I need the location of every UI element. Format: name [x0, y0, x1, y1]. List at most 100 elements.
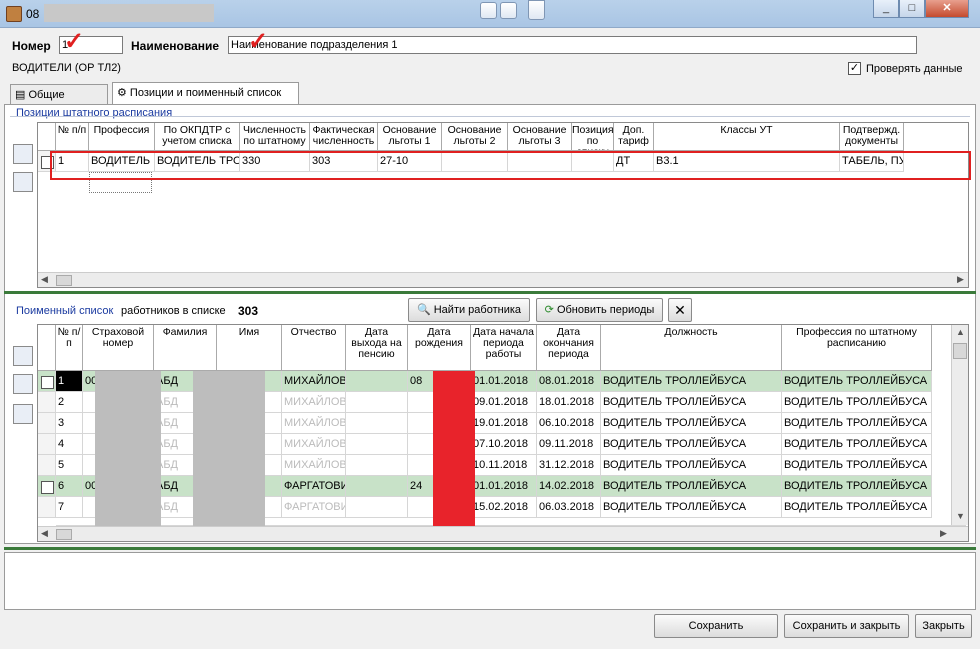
worker-cell-num[interactable]: 3	[56, 413, 83, 434]
worker-header-position[interactable]: Должность	[601, 325, 782, 371]
worker-cell-start-date[interactable]: 10.11.2018	[471, 455, 537, 476]
row-checkbox[interactable]	[41, 481, 54, 494]
worker-cell-position[interactable]: ВОДИТЕЛЬ ТРОЛЛЕЙБУСА	[601, 455, 782, 476]
row-checkbox[interactable]	[41, 376, 54, 389]
tab-general[interactable]: ▤ Общие данные	[10, 84, 108, 113]
worker-cell-end-date[interactable]: 08.01.2018	[537, 371, 601, 392]
pos-header-extra-tariff[interactable]: Доп. тариф	[614, 123, 654, 151]
worker-cell-start-date[interactable]: 15.02.2018	[471, 497, 537, 518]
worker-cell-row-header[interactable]	[38, 434, 56, 455]
worker-cell-profession[interactable]: ВОДИТЕЛЬ ТРОЛЛЕЙБУСА	[782, 413, 932, 434]
check-data-checkbox[interactable]: ✓	[848, 62, 861, 75]
positions-hscroll[interactable]: ◀ ▶	[38, 272, 968, 287]
worker-cell-profession[interactable]: ВОДИТЕЛЬ ТРОЛЛЕЙБУСА	[782, 392, 932, 413]
find-worker-button[interactable]: 🔍 Найти работника	[408, 298, 530, 322]
worker-cell-row-header[interactable]	[38, 497, 56, 518]
save-close-button[interactable]: Сохранить и закрыть	[784, 614, 909, 638]
worker-header-birth-date[interactable]: Дата рождения	[408, 325, 471, 371]
worker-cell-patronymic[interactable]: МИХАЙЛОВ	[282, 434, 346, 455]
worker-cell-retire-date[interactable]	[346, 497, 408, 518]
toolbar-icon-1[interactable]	[480, 2, 497, 19]
minimize-button[interactable]: _	[873, 0, 899, 18]
worker-cell-row-header[interactable]	[38, 392, 56, 413]
pos-header-benefit-3[interactable]: Основание льготы 3	[508, 123, 572, 151]
worker-cell-end-date[interactable]: 18.01.2018	[537, 392, 601, 413]
scroll-right-icon[interactable]: ▶	[940, 528, 947, 539]
pos-header-num[interactable]: № п/п	[56, 123, 89, 151]
worker-header-num[interactable]: № п/п	[56, 325, 83, 371]
worker-cell-patronymic[interactable]: МИХАЙЛОВ	[282, 455, 346, 476]
worker-cell-end-date[interactable]: 09.11.2018	[537, 434, 601, 455]
worker-cell-patronymic[interactable]: МИХАЙЛОВ	[282, 392, 346, 413]
worker-cell-start-date[interactable]: 19.01.2018	[471, 413, 537, 434]
worker-cell-retire-date[interactable]	[346, 434, 408, 455]
worker-cell-row-header[interactable]	[38, 413, 56, 434]
close-window-button[interactable]: ✕	[925, 0, 969, 18]
worker-header-patronymic[interactable]: Отчество	[282, 325, 346, 371]
worker-cell-end-date[interactable]: 06.03.2018	[537, 497, 601, 518]
worker-header-snils[interactable]: Страховой номер	[83, 325, 154, 371]
worker-header-surname[interactable]: Фамилия	[154, 325, 217, 371]
worker-cell-row-header[interactable]	[38, 371, 56, 392]
worker-cell-profession[interactable]: ВОДИТЕЛЬ ТРОЛЛЕЙБУСА	[782, 476, 932, 497]
scroll-left-icon[interactable]: ◀	[41, 528, 48, 539]
tab-positions[interactable]: ⚙ Позиции и поименный список	[112, 82, 299, 104]
scroll-thumb[interactable]	[56, 275, 72, 286]
worker-cell-start-date[interactable]: 09.01.2018	[471, 392, 537, 413]
worker-cell-row-header[interactable]	[38, 455, 56, 476]
save-button[interactable]: Сохранить	[654, 614, 778, 638]
worker-cell-patronymic[interactable]: ФАРГАТОВИ	[282, 497, 346, 518]
worker-cell-position[interactable]: ВОДИТЕЛЬ ТРОЛЛЕЙБУСА	[601, 392, 782, 413]
worker-cell-row-header[interactable]	[38, 476, 56, 497]
worker-cell-position[interactable]: ВОДИТЕЛЬ ТРОЛЛЕЙБУСА	[601, 413, 782, 434]
worker-cell-profession[interactable]: ВОДИТЕЛЬ ТРОЛЛЕЙБУСА	[782, 455, 932, 476]
worker-cell-num[interactable]: 4	[56, 434, 83, 455]
pos-header-documents[interactable]: Подтвержд. документы	[840, 123, 904, 151]
pos-header-benefit-2[interactable]: Основание льготы 2	[442, 123, 508, 151]
worker-cell-start-date[interactable]: 01.01.2018	[471, 476, 537, 497]
worker-header-retire-date[interactable]: Дата выхода на пенсию	[346, 325, 408, 371]
scroll-down-icon[interactable]: ▼	[956, 511, 965, 521]
worker-cell-end-date[interactable]: 14.02.2018	[537, 476, 601, 497]
pos-header-profession[interactable]: Профессия	[89, 123, 155, 151]
worker-cell-retire-date[interactable]	[346, 476, 408, 497]
close-button[interactable]: Закрыть	[915, 614, 972, 638]
delete-worker-button[interactable]	[13, 404, 33, 424]
refresh-periods-button[interactable]: ⟳ Обновить периоды	[536, 298, 663, 322]
pos-header-staff-count[interactable]: Численность по штатному	[240, 123, 310, 151]
worker-cell-position[interactable]: ВОДИТЕЛЬ ТРОЛЛЕЙБУСА	[601, 434, 782, 455]
pos-header-okpdtr[interactable]: По ОКПДТР с учетом списка	[155, 123, 240, 151]
worker-cell-start-date[interactable]: 07.10.2018	[471, 434, 537, 455]
worker-cell-start-date[interactable]: 01.01.2018	[471, 371, 537, 392]
worker-cell-patronymic[interactable]: ФАРГАТОВИ	[282, 476, 346, 497]
pos-header-benefit-1[interactable]: Основание льготы 1	[378, 123, 442, 151]
worker-cell-patronymic[interactable]: МИХАЙЛОВ	[282, 371, 346, 392]
workers-hscroll[interactable]: ◀ ▶	[38, 526, 968, 541]
pos-header-list-position[interactable]: Позиция по списку №1,2	[572, 123, 614, 151]
scroll-up-icon[interactable]: ▲	[956, 327, 965, 337]
splitter[interactable]	[4, 291, 976, 294]
worker-header-row-header[interactable]	[38, 325, 56, 371]
worker-cell-num[interactable]: 6	[56, 476, 83, 497]
workers-vscroll[interactable]: ▲ ▼	[951, 325, 968, 525]
worker-cell-profession[interactable]: ВОДИТЕЛЬ ТРОЛЛЕЙБУСА	[782, 497, 932, 518]
worker-cell-profession[interactable]: ВОДИТЕЛЬ ТРОЛЛЕЙБУСА	[782, 434, 932, 455]
bottom-splitter[interactable]	[4, 547, 976, 550]
worker-header-profession[interactable]: Профессия по штатному расписанию	[782, 325, 932, 371]
worker-cell-num[interactable]: 1	[56, 371, 83, 392]
worker-cell-position[interactable]: ВОДИТЕЛЬ ТРОЛЛЕЙБУСА	[601, 476, 782, 497]
add-multiple-workers-button[interactable]	[13, 374, 33, 394]
naim-field[interactable]	[228, 36, 917, 54]
scroll-left-icon[interactable]: ◀	[41, 274, 48, 285]
toolbar-icon-3[interactable]	[528, 0, 545, 20]
worker-cell-num[interactable]: 2	[56, 392, 83, 413]
add-worker-button[interactable]	[13, 346, 33, 366]
pos-header-actual-count[interactable]: Фактическая численность	[310, 123, 378, 151]
notes-area[interactable]	[4, 552, 976, 610]
scroll-right-icon[interactable]: ▶	[957, 274, 964, 285]
worker-cell-num[interactable]: 5	[56, 455, 83, 476]
delete-position-button[interactable]	[13, 172, 33, 192]
worker-cell-position[interactable]: ВОДИТЕЛЬ ТРОЛЛЕЙБУСА	[601, 371, 782, 392]
worker-cell-end-date[interactable]: 31.12.2018	[537, 455, 601, 476]
add-position-button[interactable]	[13, 144, 33, 164]
